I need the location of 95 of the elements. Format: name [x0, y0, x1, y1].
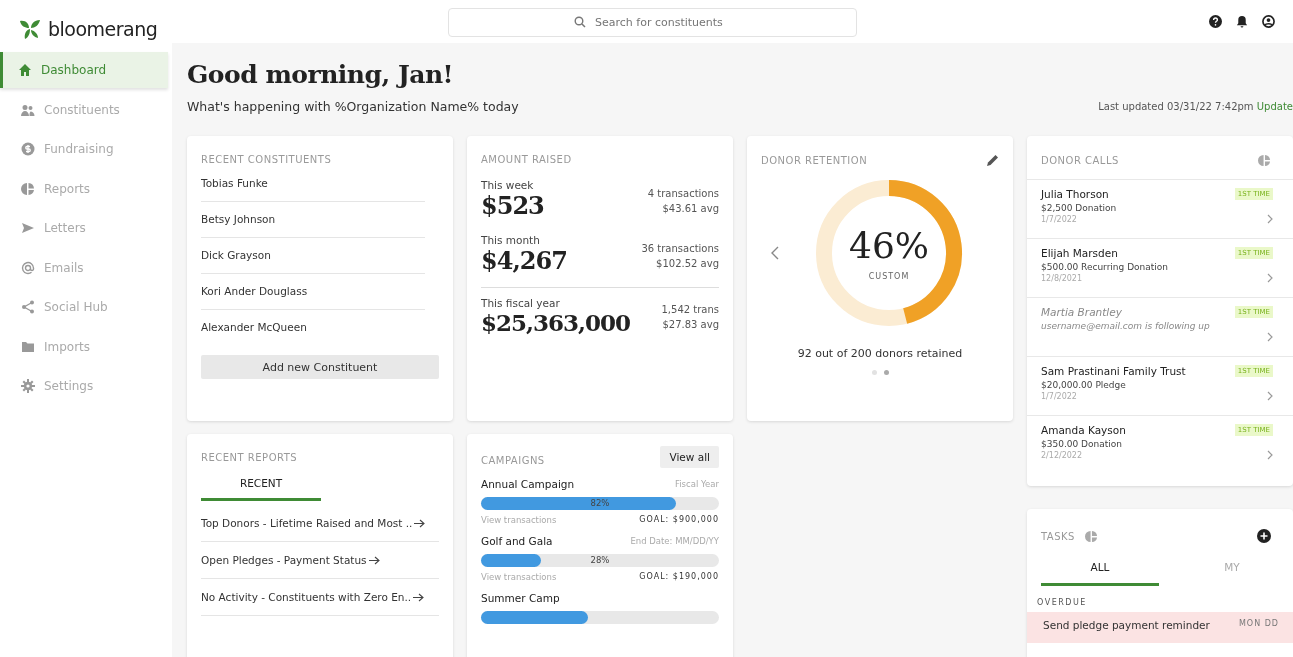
subtitle: What's happening with %Organization Name% today — [187, 99, 519, 114]
add-icon[interactable] — [1257, 529, 1271, 543]
card-title: AMOUNT RAISED — [481, 154, 573, 165]
task-text: Send pledge payment reminder — [1043, 619, 1210, 631]
chevron-right-icon — [1267, 332, 1273, 342]
add-constituent-button[interactable]: Add new Constituent — [201, 355, 439, 379]
donor-name: Martia Brantley — [1041, 306, 1123, 318]
retention-percent: 46% — [849, 225, 929, 266]
report-link[interactable]: Open Pledges - Payment Status — [201, 542, 439, 579]
campaign-period: Fiscal Year — [675, 479, 719, 489]
page-dot[interactable] — [871, 370, 877, 375]
card-title: RECENT CONSTITUENTS — [201, 154, 333, 165]
call-date: 1/7/2022 — [1041, 392, 1078, 401]
update-link[interactable]: Update — [1256, 101, 1293, 112]
send-icon — [21, 221, 35, 235]
card-title: DONOR CALLS — [1041, 155, 1119, 166]
settings-icon — [21, 379, 35, 393]
campaign-name: Summer Camp — [481, 592, 560, 604]
amount: $523 — [481, 191, 544, 220]
call-date: 12/8/2021 — [1041, 274, 1084, 283]
chevron-right-icon — [1267, 214, 1273, 224]
amount: $4,267 — [481, 246, 567, 275]
help-icon[interactable] — [1209, 15, 1222, 28]
campaign-name: Golf and Gala — [481, 535, 553, 547]
overdue-task[interactable]: Send pledge payment reminder MON DD — [1027, 612, 1293, 643]
transaction-count: 1,542 trans — [661, 303, 719, 317]
constituent-link[interactable]: Tobias Funke — [201, 165, 425, 202]
bell-icon[interactable] — [1236, 15, 1248, 28]
arrow-right-icon — [414, 518, 426, 528]
card-title: RECENT REPORTS — [201, 452, 299, 463]
call-date: 2/12/2022 — [1041, 451, 1084, 460]
arrow-right-icon — [413, 592, 425, 602]
chevron-left-icon[interactable] — [771, 246, 779, 260]
report-link[interactable]: No Activity - Constituents with Zero En.. — [201, 579, 439, 616]
progress-percent: 82% — [589, 497, 611, 510]
constituent-link[interactable]: Dick Grayson — [201, 238, 425, 274]
card-title: DONOR RETENTION — [761, 155, 868, 166]
call-detail: $500.00 Recurring Donation — [1041, 262, 1169, 272]
greeting: Good morning, Jan! — [187, 60, 455, 89]
chevron-right-icon — [1267, 450, 1273, 460]
campaign-name: Annual Campaign — [481, 478, 575, 490]
home-icon — [18, 63, 32, 77]
recent-tab[interactable]: RECENT — [201, 463, 321, 501]
chevron-right-icon — [1267, 273, 1273, 283]
pie-chart-icon — [21, 181, 35, 196]
chevron-right-icon — [1267, 391, 1273, 401]
donor-name: Julia Thorson — [1041, 188, 1110, 200]
call-detail: $2,500 Donation — [1041, 203, 1117, 213]
account-icon[interactable] — [1262, 15, 1275, 28]
call-detail: username@email.com is following up — [1041, 321, 1210, 331]
transaction-count: 4 transactions — [647, 187, 719, 201]
transaction-count: 36 transactions — [641, 242, 719, 256]
folder-icon — [21, 339, 35, 354]
campaign-period: End Date: MM/DD/YY — [630, 536, 719, 546]
view-all-button[interactable]: View all — [660, 446, 719, 468]
leaf-logo-icon — [18, 18, 42, 40]
campaign-goal: GOAL: $190,000 — [639, 572, 719, 582]
people-icon — [21, 102, 35, 117]
donor-name: Amanda Kayson — [1041, 424, 1126, 436]
page-dot[interactable] — [883, 370, 889, 375]
average: $27.83 avg — [661, 318, 719, 332]
pencil-icon[interactable] — [986, 154, 999, 167]
constituent-link[interactable]: Kori Ander Douglass — [201, 274, 425, 310]
average: $102.52 avg — [655, 257, 719, 271]
average: $43.61 avg — [661, 202, 719, 216]
at-sign-icon — [21, 260, 35, 275]
card-title: CAMPAIGNS — [481, 454, 545, 466]
share-icon — [21, 300, 35, 314]
call-date: 1/7/2022 — [1041, 215, 1078, 224]
brand-name: bloomerang — [48, 18, 158, 40]
period-label: This month — [481, 234, 541, 246]
retention-summary: 92 out of 200 donors retained — [796, 347, 964, 360]
donor-name: Elijah Marsden — [1041, 247, 1119, 259]
call-detail: $350.00 Donation — [1041, 439, 1123, 449]
donor-name: Sam Prastinani Family Trust — [1041, 365, 1186, 377]
report-link[interactable]: Top Donors - Lifetime Raised and Most .. — [201, 505, 439, 542]
retention-caption: CUSTOM — [868, 272, 910, 281]
section-label: OVERDUE — [1036, 597, 1088, 609]
constituent-link[interactable]: Betsy Johnson — [201, 202, 425, 238]
last-updated: Last updated 03/31/22 7:42pm — [1098, 101, 1254, 112]
card-title: TASKS — [1041, 530, 1075, 542]
constituent-link[interactable]: Alexander McQueen — [201, 310, 425, 345]
search-field[interactable]: Search for constituents — [448, 8, 857, 37]
progress-percent: 28% — [589, 554, 611, 567]
period-label: This fiscal year — [481, 297, 561, 309]
amount: $25,363,000 — [481, 309, 631, 336]
call-detail: $20,000.00 Pledge — [1041, 380, 1127, 390]
nav-item[interactable]: Dashboard — [0, 52, 168, 88]
task-due: MON DD — [1238, 619, 1279, 630]
task-tab[interactable]: ALL — [1041, 555, 1159, 586]
period-label: This week — [481, 179, 535, 191]
arrow-right-icon — [368, 555, 380, 565]
search-icon — [574, 16, 586, 28]
campaign-goal: GOAL: $900,000 — [639, 515, 719, 525]
dollar-icon — [21, 142, 35, 156]
